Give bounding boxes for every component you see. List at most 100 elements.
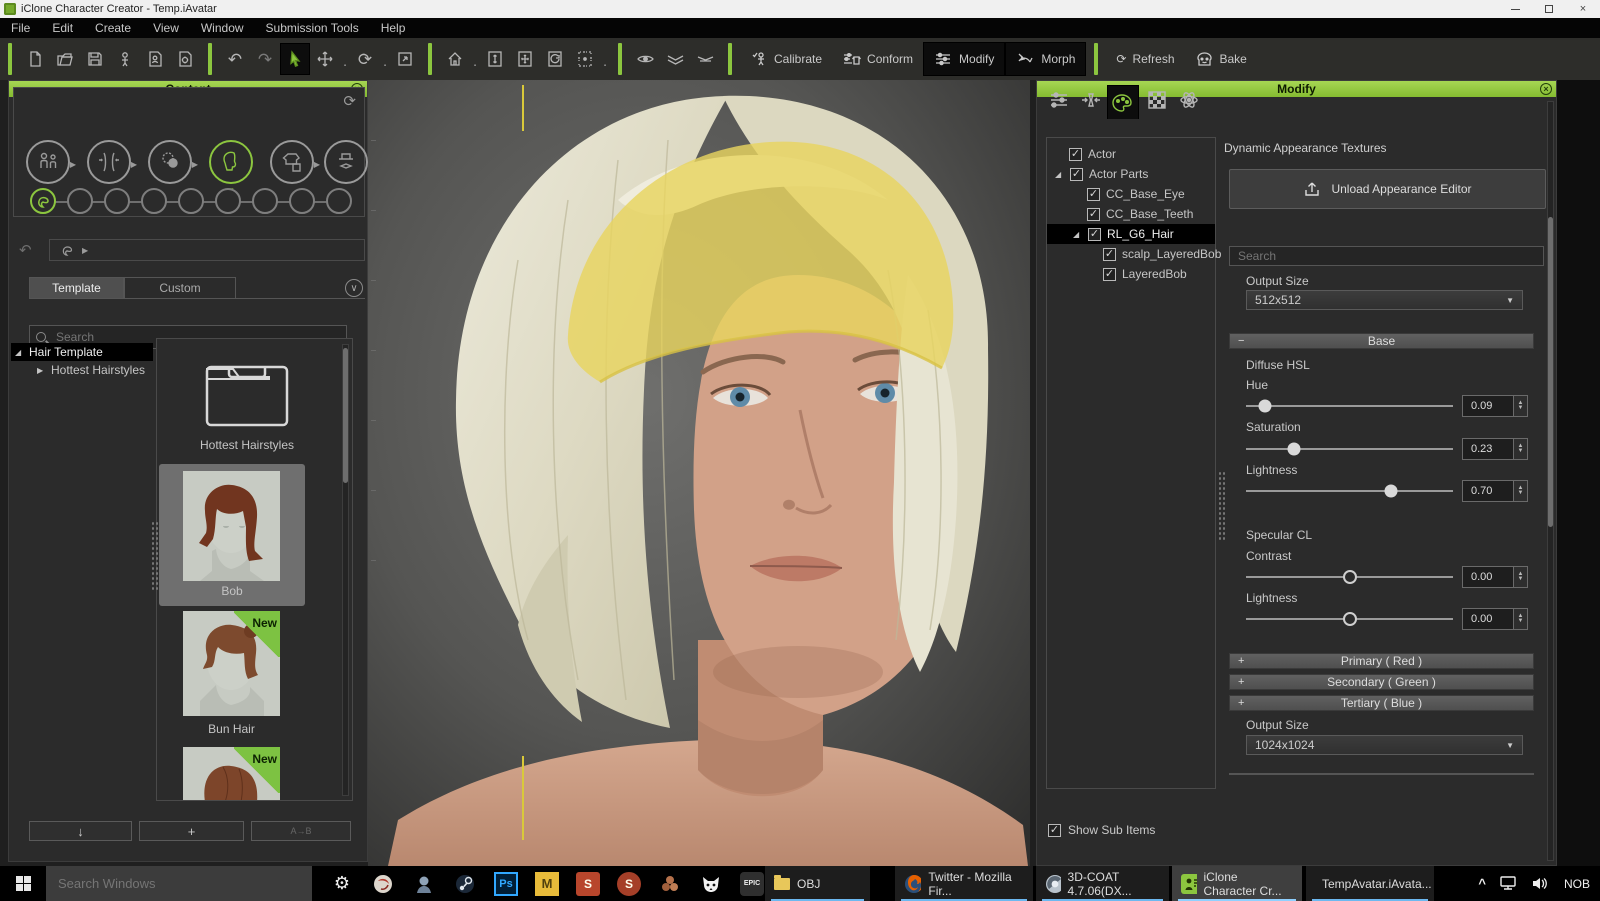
refresh-button[interactable]: ⟳ Refresh	[1106, 42, 1184, 76]
hue-value[interactable]: 0.09	[1462, 395, 1514, 417]
modify-button[interactable]: Modify	[923, 42, 1005, 76]
checkbox-cc-base-eye[interactable]: ✓	[1087, 188, 1100, 201]
steam-icon[interactable]	[453, 872, 477, 896]
scrollbar-thumb[interactable]	[343, 348, 348, 483]
sphere-app-icon[interactable]	[371, 872, 395, 896]
hue-slider-knob[interactable]	[1258, 400, 1271, 413]
camera-vertical-button[interactable]	[480, 43, 510, 75]
tree-item-scalp-layeredbob[interactable]: ✓ scalp_LayeredBob	[1047, 244, 1215, 264]
contrast-slider[interactable]	[1246, 576, 1453, 578]
hue-slider[interactable]	[1246, 405, 1453, 407]
content-splitter-handle[interactable]	[151, 521, 158, 591]
unload-appearance-editor-button[interactable]: Unload Appearance Editor	[1229, 169, 1546, 209]
apply-to-button[interactable]: A→B	[251, 821, 351, 841]
rotate-tool-dropdown[interactable]: ▪	[380, 43, 390, 75]
tree-item-layeredbob[interactable]: ✓ LayeredBob	[1047, 264, 1215, 284]
rotate-tool-button[interactable]: ⟳	[350, 43, 380, 75]
tree-item-hottest-hairstyles[interactable]: ▶ Hottest Hairstyles	[11, 361, 153, 379]
category-cloth[interactable]: ▶	[270, 140, 314, 184]
photoshop-icon[interactable]: Ps	[494, 872, 518, 896]
checkbox-rl-g6-hair[interactable]: ✓	[1088, 228, 1101, 241]
taskbar-window-3dcoat[interactable]: 3D-COAT 4.7.06(DX...	[1036, 866, 1169, 901]
taskbar-window-firefox[interactable]: Twitter - Mozilla Fir...	[895, 866, 1033, 901]
subcategory-9[interactable]	[326, 188, 352, 214]
subcategory-5[interactable]	[178, 188, 204, 214]
subcategory-hair-selected[interactable]	[30, 188, 56, 214]
category-morph[interactable]: ▶	[87, 140, 131, 184]
tab-template[interactable]: Template	[29, 277, 124, 299]
mudbox-icon[interactable]: M	[535, 872, 559, 896]
conform-button[interactable]: Conform	[832, 42, 923, 76]
undo-button[interactable]: ↶	[220, 43, 250, 75]
lightness-spinner[interactable]: ▲▼	[1514, 480, 1528, 502]
character-calibration-button[interactable]	[110, 43, 140, 75]
checkbox-scalp-layeredbob[interactable]: ✓	[1103, 248, 1116, 261]
modify-scrollbar-thumb[interactable]	[1548, 217, 1553, 527]
saturation-slider[interactable]	[1246, 448, 1453, 450]
output-size-dropdown-top[interactable]: 512x512 ▼	[1246, 290, 1523, 310]
tab-texture[interactable]	[1141, 85, 1173, 115]
modify-search-input[interactable]	[1229, 246, 1544, 266]
restore-button[interactable]	[1532, 0, 1566, 18]
network-icon[interactable]	[1500, 876, 1518, 891]
subcategory-3[interactable]	[104, 188, 130, 214]
viewport-3d[interactable]	[368, 80, 1030, 866]
flatten-layer-button[interactable]	[690, 43, 720, 75]
primary-red-section-header[interactable]: + Primary ( Red )	[1229, 653, 1534, 669]
modify-splitter-handle[interactable]	[1218, 471, 1225, 541]
thumbnail-bob-selected[interactable]: Bob	[159, 464, 305, 606]
show-sub-items-checkbox[interactable]: ✓	[1048, 824, 1061, 837]
tertiary-blue-section-header[interactable]: + Tertiary ( Blue )	[1229, 695, 1534, 711]
tab-adjust[interactable]	[1043, 85, 1075, 115]
move-down-button[interactable]: ↓	[29, 821, 132, 841]
open-file-button[interactable]	[50, 43, 80, 75]
tray-chevron-icon[interactable]: ^	[1478, 876, 1486, 891]
scale-tool-button[interactable]	[390, 43, 420, 75]
secondary-green-section-header[interactable]: + Secondary ( Green )	[1229, 674, 1534, 690]
epic-games-icon[interactable]: EPIC	[740, 872, 764, 896]
subcategory-7[interactable]	[252, 188, 278, 214]
taskbar-search[interactable]	[46, 866, 312, 901]
menu-file[interactable]: File	[0, 18, 41, 38]
checkbox-cc-base-teeth[interactable]: ✓	[1087, 208, 1100, 221]
specular-lightness-slider[interactable]	[1246, 618, 1453, 620]
hue-spinner[interactable]: ▲▼	[1514, 395, 1528, 417]
checkbox-actor-parts[interactable]: ✓	[1070, 168, 1083, 181]
tab-custom[interactable]: Custom	[124, 277, 236, 299]
breadcrumb-back-icon[interactable]: ↶	[19, 241, 32, 259]
menu-window[interactable]: Window	[190, 18, 255, 38]
specular-lightness-spinner[interactable]: ▲▼	[1514, 608, 1528, 630]
contrast-slider-knob[interactable]	[1343, 570, 1357, 584]
subcategory-4[interactable]	[141, 188, 167, 214]
category-head[interactable]: ▼	[209, 140, 253, 184]
substance-painter-icon[interactable]: S	[576, 872, 600, 896]
saturation-value[interactable]: 0.23	[1462, 438, 1514, 460]
menu-submission-tools[interactable]: Submission Tools	[255, 18, 370, 38]
bake-button[interactable]: Bake	[1185, 42, 1257, 76]
camera-orbit-button[interactable]	[540, 43, 570, 75]
contrast-spinner[interactable]: ▲▼	[1514, 566, 1528, 588]
lightness-slider-knob[interactable]	[1384, 485, 1397, 498]
thumbnail-bun-hair[interactable]: New Bun Hair	[183, 611, 280, 741]
camera-zoom-region-button[interactable]	[570, 43, 600, 75]
tab-physics[interactable]	[1173, 85, 1205, 115]
base-section-header[interactable]: − Base	[1229, 333, 1534, 349]
language-indicator[interactable]: NOB	[1564, 877, 1590, 891]
calibrate-button[interactable]: Calibrate	[740, 42, 832, 76]
redo-button[interactable]: ↷	[250, 43, 280, 75]
export-character-button[interactable]	[140, 43, 170, 75]
tree-item-rl-g6-hair-selected[interactable]: ◢ ✓ RL_G6_Hair	[1047, 224, 1215, 244]
add-content-button[interactable]: +	[139, 821, 244, 841]
specular-lightness-slider-knob[interactable]	[1343, 612, 1357, 626]
settings-gear-icon[interactable]: ⚙	[330, 872, 354, 896]
category-avatar[interactable]: ▶	[26, 140, 70, 184]
morph-button[interactable]: Morph	[1005, 42, 1086, 76]
taskbar-window-iclone-active[interactable]: iClone Character Cr...	[1172, 866, 1302, 901]
substance-b2m-icon[interactable]	[658, 872, 682, 896]
output-size-dropdown-bottom[interactable]: 1024x1024 ▼	[1246, 735, 1523, 755]
show-sub-items[interactable]: ✓ Show Sub Items	[1048, 823, 1155, 837]
project-settings-button[interactable]	[170, 43, 200, 75]
volume-icon[interactable]	[1532, 876, 1550, 891]
move-tool-button[interactable]	[310, 43, 340, 75]
contrast-value[interactable]: 0.00	[1462, 566, 1514, 588]
